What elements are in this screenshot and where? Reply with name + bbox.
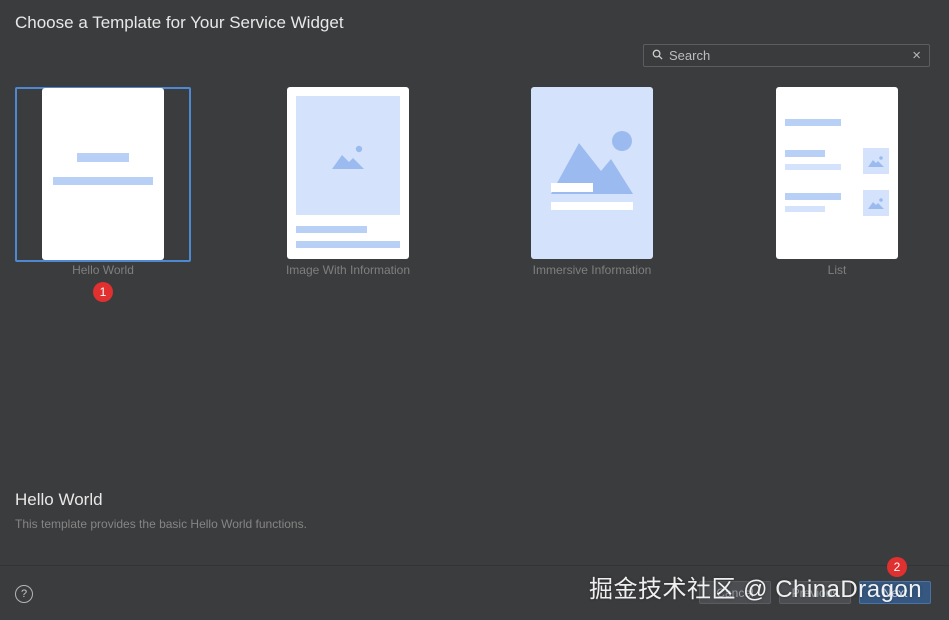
preview-text-bar	[296, 241, 400, 248]
preview-title-bar	[551, 183, 593, 192]
step-badge: 1	[93, 282, 113, 302]
description-text: This template provides the basic Hello W…	[15, 517, 307, 531]
list-item-title	[785, 150, 825, 157]
preview-title-bar	[785, 119, 841, 126]
template-list[interactable]	[750, 87, 926, 262]
template-preview	[287, 87, 409, 259]
preview-title-bar	[77, 153, 129, 162]
template-preview	[776, 87, 898, 259]
template-preview	[42, 88, 164, 260]
list-item-title	[785, 193, 841, 200]
help-icon[interactable]: ?	[15, 585, 33, 603]
preview-title-bar	[296, 226, 367, 233]
template-label-list: List	[827, 263, 847, 277]
list-item-text	[785, 206, 825, 212]
preview-text-bar	[53, 177, 153, 185]
list-item-thumbnail	[863, 190, 889, 216]
watermark-text: 掘金技术社区 @ ChinaDragon	[589, 576, 923, 603]
template-immersive-information[interactable]	[505, 87, 681, 262]
list-item-text	[785, 164, 841, 170]
search-box[interactable]: Search ×	[643, 44, 930, 67]
footer-divider	[0, 565, 949, 566]
description-title: Hello World	[15, 490, 103, 509]
template-label-image-with-information: Image With Information	[285, 263, 411, 277]
search-icon	[652, 49, 663, 60]
template-hello-world[interactable]	[15, 87, 191, 262]
list-item-thumbnail	[863, 148, 889, 174]
image-icon	[868, 156, 884, 167]
template-preview	[531, 87, 653, 259]
search-input[interactable]: Search	[669, 48, 710, 63]
template-label-immersive-information: Immersive Information	[532, 263, 652, 277]
image-icon	[332, 145, 364, 169]
dialog-title: Choose a Template for Your Service Widge…	[15, 13, 344, 32]
image-icon	[868, 198, 884, 209]
preview-text-bar	[551, 202, 633, 210]
close-icon[interactable]: ×	[912, 47, 921, 64]
template-label-hello-world: Hello World	[72, 263, 134, 277]
template-image-with-information[interactable]	[261, 87, 437, 262]
